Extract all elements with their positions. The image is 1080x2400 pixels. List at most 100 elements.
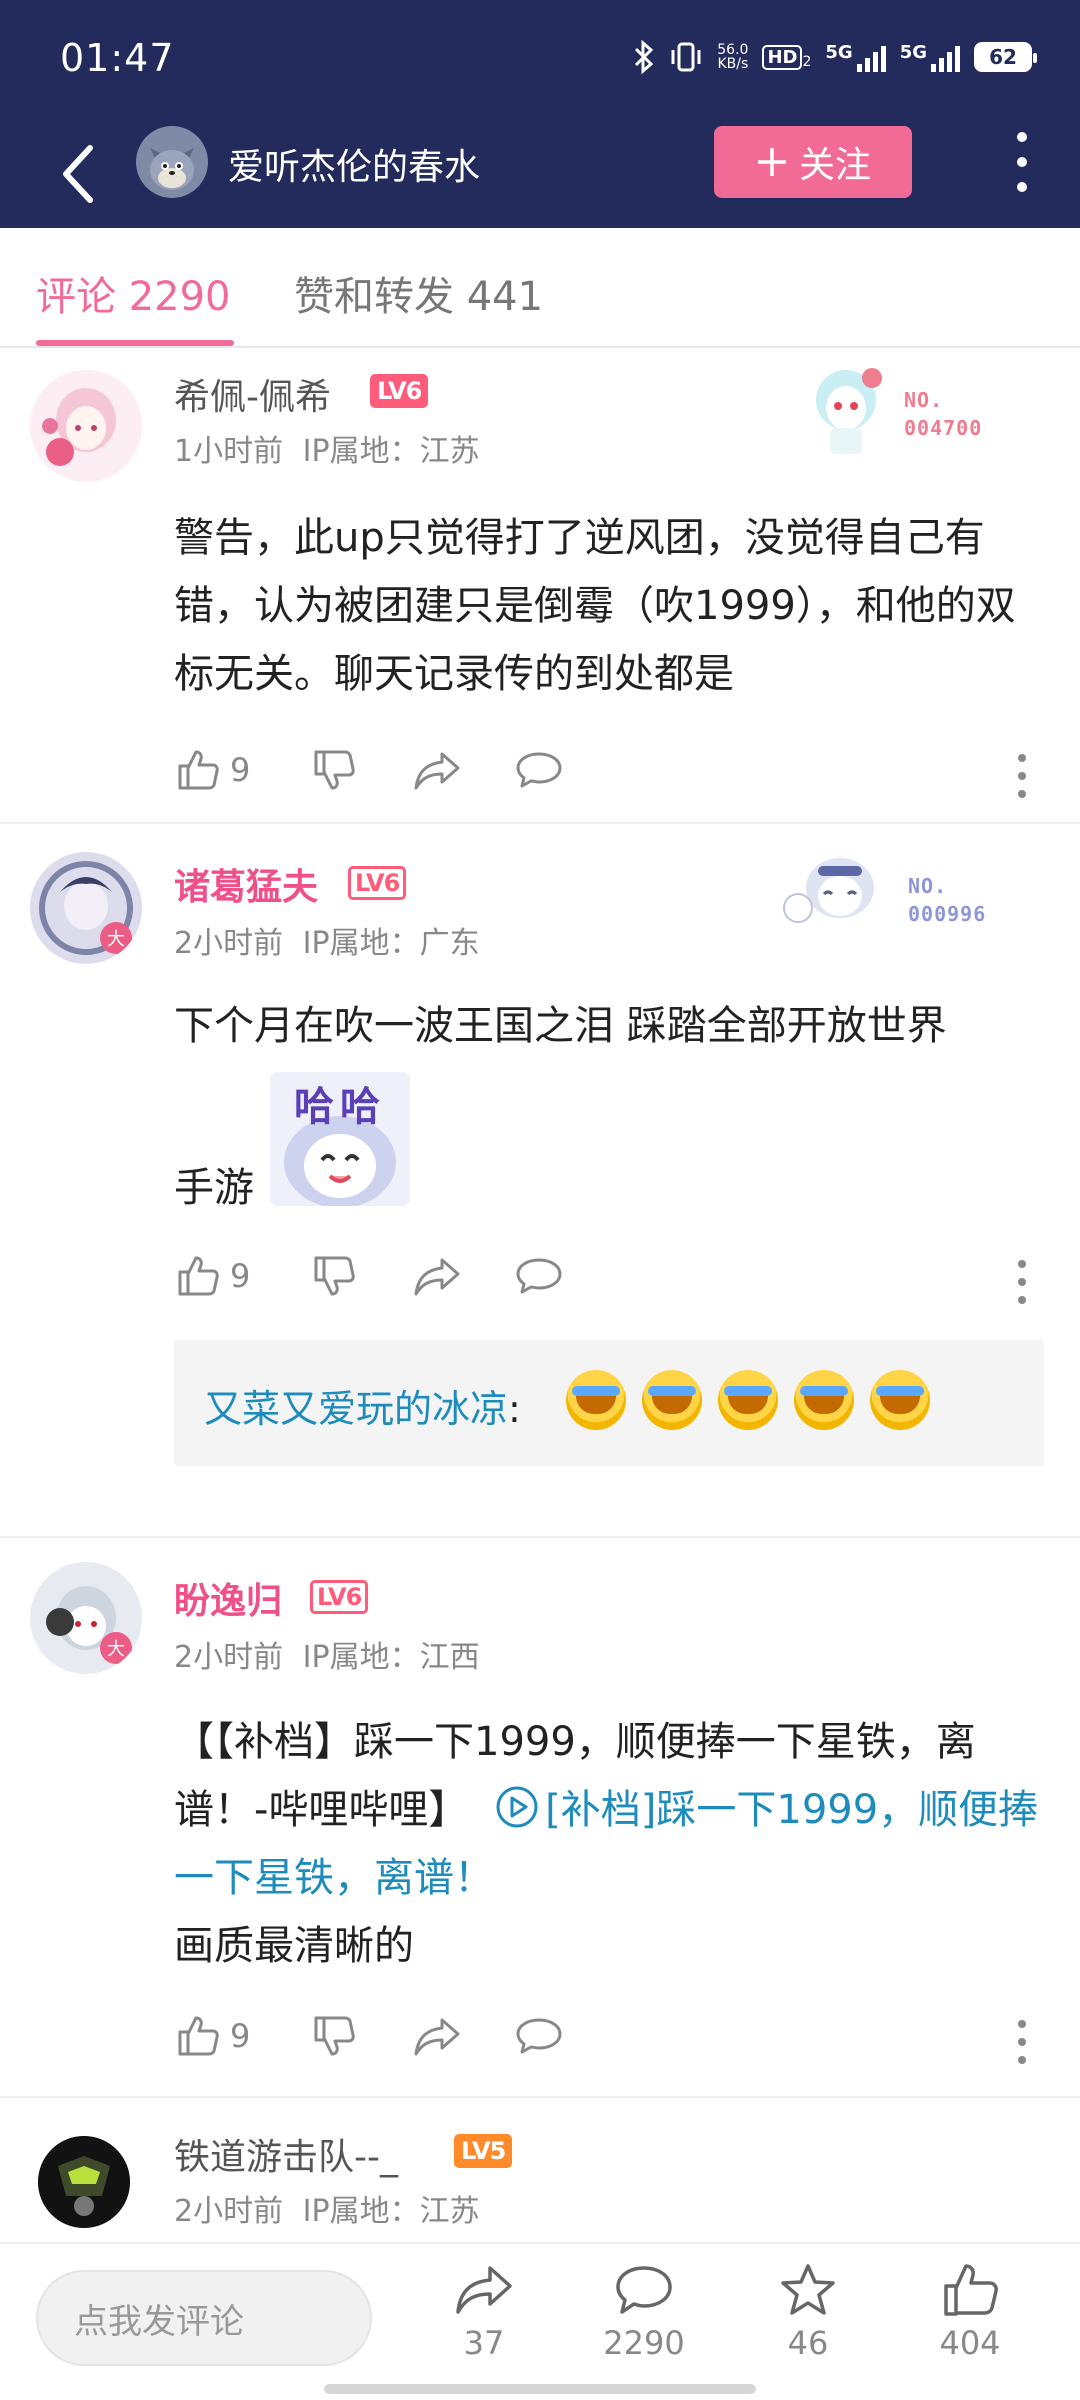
- comment-input[interactable]: 点我发评论: [36, 2270, 372, 2366]
- header: 01:47 56.0 KB/s HD 2 5G 5G 62 爱听杰伦的春水 关注: [0, 0, 1080, 228]
- bottom-comment-button[interactable]: 2290: [584, 2262, 704, 2362]
- comment-actions: 9: [174, 2012, 1054, 2072]
- back-button[interactable]: [48, 134, 108, 214]
- commenter-avatar[interactable]: 大: [30, 1562, 142, 1674]
- commenter-avatar[interactable]: [38, 2136, 130, 2228]
- share-arrow-icon: [414, 752, 460, 790]
- status-icons: 56.0 KB/s HD 2 5G 5G 62: [633, 40, 1037, 74]
- comment-item: 铁道游击队--_ LV5 2小时前 IP属地：江苏: [0, 2098, 1080, 2242]
- reply-separator: :: [508, 1387, 521, 1431]
- like-button[interactable]: 9: [174, 2012, 250, 2060]
- play-circle-icon: [496, 1786, 538, 1828]
- comment-more-button[interactable]: [1018, 754, 1028, 798]
- tab-likes-shares[interactable]: 赞和转发 441: [294, 264, 543, 322]
- reply-button[interactable]: [514, 1252, 564, 1300]
- comment-item: 大 盼逸归 LV6 2小时前 IP属地：江西 【【补档】踩一下1999，顺便捧一…: [0, 1538, 1080, 2098]
- comment-bubble-icon: [516, 2018, 562, 2054]
- comment-time: 1小时前: [174, 434, 284, 469]
- net-type-2: 5G: [899, 42, 927, 63]
- fan-badge[interactable]: NO. 004700: [796, 358, 1026, 458]
- bottom-like-button[interactable]: 404: [910, 2262, 1030, 2362]
- share-button[interactable]: [412, 1252, 462, 1300]
- comment-actions: 9: [174, 1252, 1054, 1312]
- fan-badge-no-label: NO.: [908, 874, 948, 898]
- bottom-favorite-button[interactable]: 46: [748, 2262, 868, 2362]
- back-arrow-icon: [63, 145, 93, 203]
- like-button[interactable]: 9: [174, 746, 250, 794]
- comment-meta: 2小时前 IP属地：广东: [174, 918, 480, 962]
- fan-badge-figure-icon: [783, 858, 874, 923]
- comment-ip: IP属地：江苏: [302, 434, 480, 469]
- laugh-cry-emoji-icon: [642, 1370, 702, 1430]
- level-badge: LV6: [370, 374, 429, 408]
- signal-2: 5G: [900, 42, 960, 72]
- comment-more-button[interactable]: [1018, 1260, 1028, 1304]
- comment-item: 希佩-佩希 LV6 1小时前 IP属地：江苏 NO. 004700 警告，此up…: [0, 348, 1080, 824]
- commenter-avatar[interactable]: 大: [30, 852, 142, 964]
- more-button[interactable]: [1012, 132, 1032, 192]
- comment-time: 2小时前: [174, 926, 284, 961]
- comment-meta: 1小时前 IP属地：江苏: [174, 426, 480, 470]
- reply-button[interactable]: [514, 2012, 564, 2060]
- follow-button[interactable]: 关注: [714, 126, 912, 198]
- home-indicator[interactable]: [324, 2384, 756, 2394]
- like-count: 9: [230, 2017, 251, 2055]
- commenter-name[interactable]: 铁道游击队--_: [174, 2128, 398, 2180]
- net-type-1: 5G: [825, 42, 853, 63]
- signal-1: 5G: [825, 42, 886, 72]
- dot-icon: [1017, 157, 1027, 167]
- bluetooth-icon: [635, 40, 654, 74]
- comment-time: 2小时前: [174, 1640, 284, 1675]
- like-count-total: 404: [939, 2324, 1001, 2362]
- anime-avatar-icon: 大: [30, 852, 142, 964]
- like-button[interactable]: 9: [174, 1252, 250, 1300]
- commenter-name[interactable]: 诸葛猛夫: [174, 858, 318, 910]
- laugh-cry-emoji-icon: [870, 1370, 930, 1430]
- comment-actions: 9: [174, 746, 1054, 806]
- comment-count: 2290: [603, 2324, 685, 2362]
- plus-icon: [757, 148, 786, 176]
- reply-user[interactable]: 又菜又爱玩的冰凉: [204, 1387, 508, 1431]
- star-icon: [781, 2264, 835, 2315]
- battery-icon: 62: [974, 42, 1037, 72]
- fan-badge-figure-icon: [816, 368, 882, 454]
- thumbs-up-icon: [178, 2016, 219, 2056]
- comment-more-button[interactable]: [1018, 2020, 1028, 2064]
- dislike-button[interactable]: [310, 746, 358, 794]
- dislike-button[interactable]: [310, 2012, 358, 2060]
- share-arrow-icon: [414, 1258, 460, 1296]
- user-avatar[interactable]: [136, 126, 208, 198]
- dot-icon: [1017, 182, 1027, 192]
- status-bar: 01:47 56.0 KB/s HD 2 5G 5G 62: [0, 0, 1080, 120]
- user-name[interactable]: 爱听杰伦的春水: [228, 138, 480, 190]
- bottom-share-button[interactable]: 37: [424, 2262, 544, 2362]
- comment-meta: 2小时前 IP属地：江西: [174, 1632, 480, 1676]
- fan-badge-no-value: 000996: [908, 902, 987, 926]
- fan-badge-number: NO. 004700: [904, 386, 982, 442]
- fan-badge[interactable]: NO. 000996: [778, 844, 1008, 944]
- vibrate-icon: [671, 42, 701, 72]
- commenter-name[interactable]: 盼逸归: [174, 1572, 282, 1624]
- share-arrow-icon: [456, 2266, 512, 2314]
- comment-meta: 2小时前 IP属地：江苏: [174, 2186, 480, 2230]
- svg-text:大: 大: [107, 1639, 125, 1660]
- commenter-avatar[interactable]: [30, 370, 142, 482]
- dislike-button[interactable]: [310, 1252, 358, 1300]
- hd-label: HD: [762, 44, 803, 70]
- signal-bars-icon: [856, 42, 886, 72]
- reply-button[interactable]: [514, 746, 564, 794]
- hd-indicator: HD 2: [762, 44, 811, 70]
- sticker-image: 哈哈: [270, 1072, 410, 1206]
- comment-text-part2: 画质最清晰的: [174, 1923, 414, 1969]
- tab-bar: 评论 2290 赞和转发 441: [0, 228, 1080, 348]
- tab-comments[interactable]: 评论 2290: [36, 264, 231, 322]
- app-root: 01:47 56.0 KB/s HD 2 5G 5G 62 爱听杰伦的春水 关注…: [0, 0, 1080, 2400]
- share-button[interactable]: [412, 746, 462, 794]
- share-button[interactable]: [412, 2012, 462, 2060]
- sticker-text: 哈哈: [294, 1084, 386, 1130]
- favorite-count: 46: [787, 2324, 829, 2362]
- commenter-name[interactable]: 希佩-佩希: [174, 368, 331, 420]
- net-speed-value: 56.0: [717, 42, 749, 58]
- reply-preview[interactable]: 又菜又爱玩的冰凉:: [174, 1340, 1044, 1466]
- comment-item: 大 诸葛猛夫 LV6 2小时前 IP属地：广东 NO. 000996 下个月在吹…: [0, 824, 1080, 1538]
